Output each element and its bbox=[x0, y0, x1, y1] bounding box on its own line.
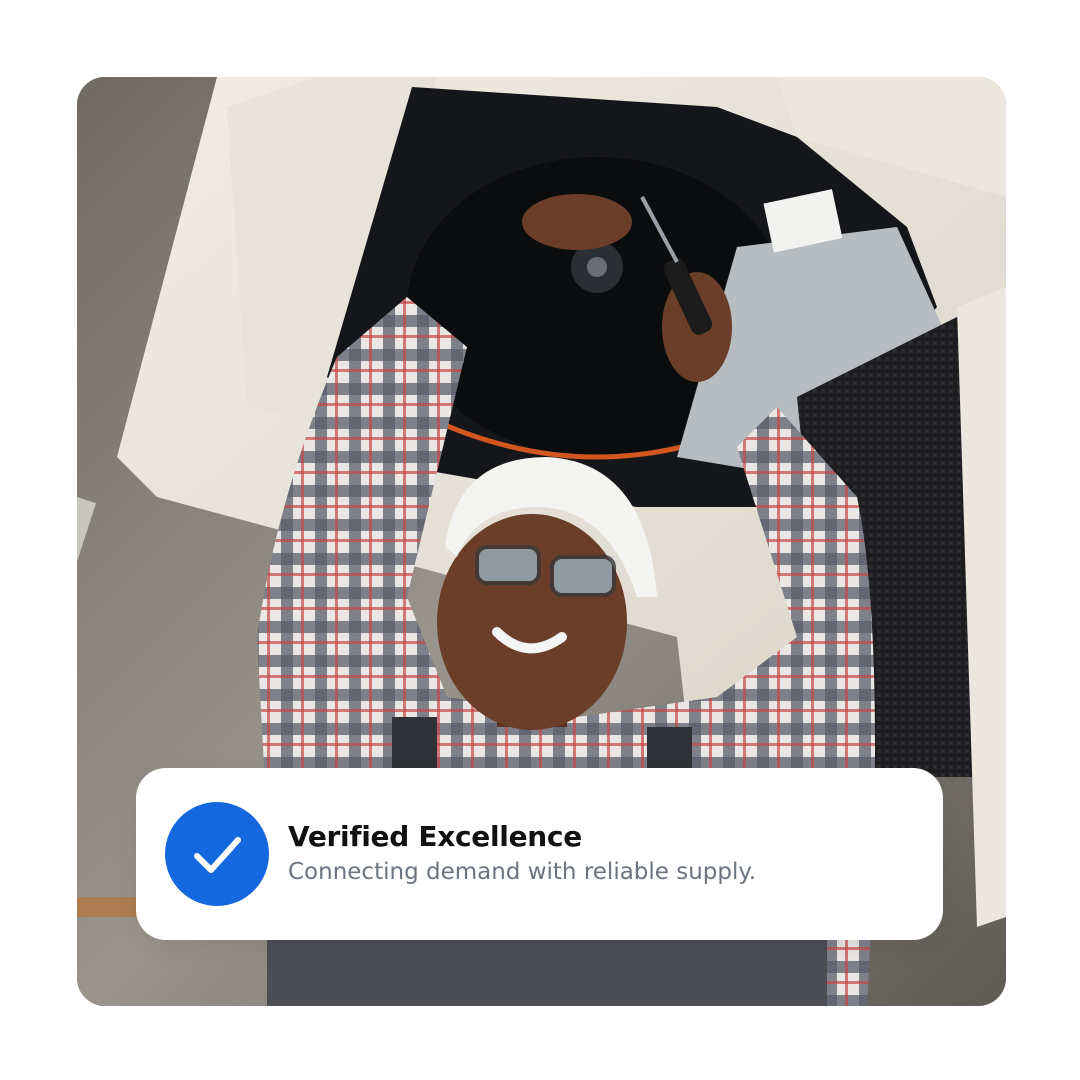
badge-subtitle: Connecting demand with reliable supply. bbox=[288, 859, 757, 885]
checkmark-icon bbox=[165, 802, 269, 906]
verification-badge: Verified Excellence Connecting demand wi… bbox=[136, 768, 943, 940]
badge-title: Verified Excellence bbox=[288, 820, 582, 853]
